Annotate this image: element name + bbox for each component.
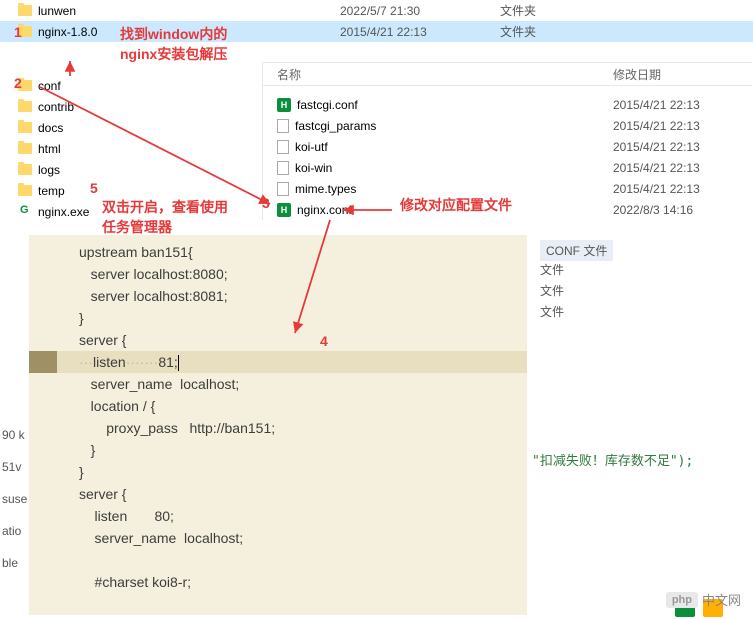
file-name: mime.types [295,182,356,196]
code-line: } [29,461,527,483]
watermark: php 中文网 [666,590,741,609]
type-column: CONF 文件 文件 文件 文件 [540,240,613,324]
watermark-badge: php [666,592,698,608]
arrow-icon [340,205,395,215]
code-line: server localhost:8081; [29,285,527,307]
file-date: 2015/4/21 22:13 [613,140,700,154]
file-name: koi-win [295,161,332,175]
annotation-number: 2 [14,75,22,91]
file-row[interactable]: lunwen 2022/5/7 21:30 文件夹 [0,0,753,21]
conf-icon: H [277,203,291,217]
file-name: lunwen [38,4,76,18]
folder-icon [18,164,32,175]
folder-icon [18,122,32,133]
annotation-number: 4 [320,333,328,349]
exe-icon [18,205,32,219]
type-label: 文件 [540,303,613,324]
arrow-icon [290,218,340,338]
code-line: location / { [29,395,527,417]
file-name: fastcgi.conf [297,98,358,112]
file-date: 2015/4/21 22:13 [340,25,427,39]
file-type: 文件夹 [500,2,536,19]
code-line: server { [29,329,527,351]
file-row[interactable]: fastcgi_params 2015/4/21 22:13 [263,115,752,136]
code-line: server localhost:8080; [29,263,527,285]
file-row[interactable]: Hfastcgi.conf 2015/4/21 22:13 [263,94,752,115]
code-line: } [29,439,527,461]
file-name: koi-utf [295,140,328,154]
code-line-active: ···listen·······81; [29,351,527,373]
file-row-selected[interactable]: nginx-1.8.0 2015/4/21 22:13 文件夹 [0,21,753,42]
code-line: server { [29,483,527,505]
folder-icon [18,101,32,112]
file-date: 2022/5/7 21:30 [340,4,420,18]
type-label: 文件 [540,261,613,282]
code-editor[interactable]: upstream ban151{ server localhost:8080; … [29,235,527,615]
code-line: server_name localhost; [29,373,527,395]
code-line: } [29,307,527,329]
arrow-icon [65,58,75,78]
background-fragments: 90 k 51v suse atio ble [0,428,27,588]
code-line [29,549,527,571]
type-label: CONF 文件 [540,240,613,261]
file-name: fastcgi_params [295,119,376,133]
file-date: 2015/4/21 22:13 [613,182,700,196]
file-icon [277,182,289,196]
code-line: server_name localhost; [29,527,527,549]
file-type: 文件夹 [500,23,536,40]
folder-icon [18,143,32,154]
file-row[interactable]: koi-win 2015/4/21 22:13 [263,157,752,178]
type-label: 文件 [540,282,613,303]
code-line: upstream ban151{ [29,241,527,263]
folder-icon [18,5,32,16]
file-row[interactable]: koi-utf 2015/4/21 22:13 [263,136,752,157]
file-date: 2022/8/3 14:16 [613,203,693,217]
col-mod: 修改日期 [613,66,661,83]
column-header[interactable]: 名称 修改日期 [263,62,752,86]
file-date: 2015/4/21 22:13 [613,98,700,112]
annotation-number: 1 [14,24,22,40]
folder-icon [18,185,32,196]
file-icon [277,119,289,133]
code-line: listen 80; [29,505,527,527]
conf-icon: H [277,98,291,112]
file-name: nginx-1.8.0 [38,25,97,39]
file-date: 2015/4/21 22:13 [613,161,700,175]
watermark-text: 中文网 [702,590,741,609]
code-line: #charset koi8-r; [29,571,527,593]
annotation-text: 修改对应配置文件 [400,195,512,215]
file-date: 2015/4/21 22:13 [613,119,700,133]
file-icon [277,161,289,175]
file-icon [277,140,289,154]
background-code: "扣减失败！库存数不足"); [532,450,693,469]
code-line: proxy_pass http://ban151; [29,417,527,439]
